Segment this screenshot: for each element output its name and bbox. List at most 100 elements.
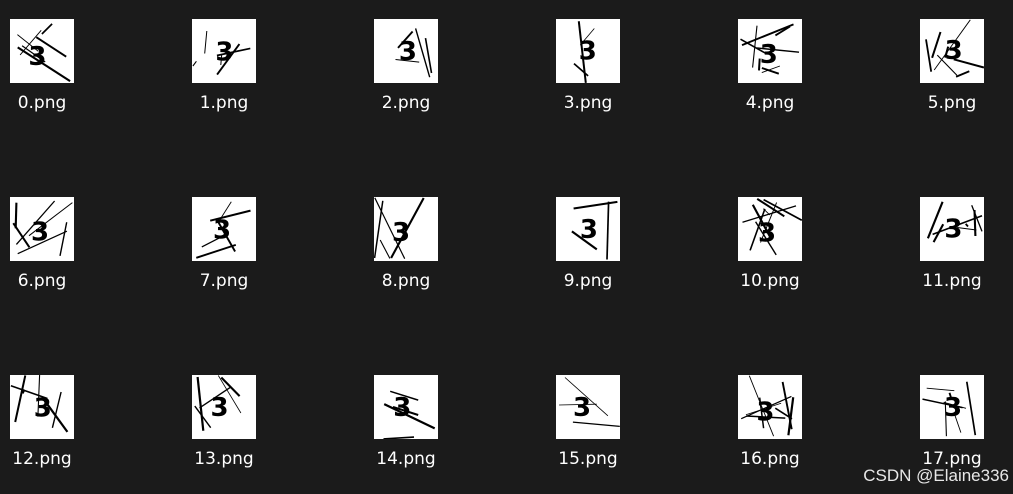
file-item[interactable]: 3 16.png: [720, 375, 820, 475]
file-item[interactable]: 3 9.png: [538, 197, 638, 297]
captcha-image-thumbnail: 3: [738, 375, 802, 439]
file-name-label: 1.png: [199, 93, 249, 113]
file-name-label: 0.png: [17, 93, 67, 113]
file-item[interactable]: 3 10.png: [720, 197, 820, 297]
noise-line: [383, 436, 415, 439]
file-name-label: 14.png: [376, 449, 436, 469]
noise-line: [204, 30, 208, 54]
captcha-digit: 3: [34, 394, 52, 424]
file-name-label: 8.png: [381, 271, 431, 291]
captcha-image-thumbnail: 3: [920, 197, 984, 261]
noise-line: [955, 70, 970, 78]
file-item[interactable]: 3 6.png: [0, 197, 92, 297]
captcha-digit: 3: [579, 37, 597, 67]
file-name-label: 4.png: [745, 93, 795, 113]
captcha-noise-lines-icon: 3: [17, 23, 71, 82]
captcha-digit: 3: [31, 218, 49, 248]
noise-line: [41, 23, 53, 35]
captcha-noise-lines-icon: 3: [374, 197, 425, 259]
captcha-noise-lines-icon: 3: [559, 377, 620, 427]
noise-line: [965, 381, 977, 436]
captcha-image-thumbnail: 3: [556, 375, 620, 439]
file-item[interactable]: 3 1.png: [174, 19, 274, 119]
captcha-digit: 3: [760, 40, 778, 70]
file-item[interactable]: 3 11.png: [902, 197, 1002, 297]
captcha-noise-lines-icon: 3: [742, 198, 802, 256]
noise-line: [59, 222, 68, 257]
file-item[interactable]: 3 13.png: [174, 375, 274, 475]
captcha-digit: 3: [393, 393, 411, 423]
captcha-image-thumbnail: 3: [192, 197, 256, 261]
noise-line: [573, 200, 618, 210]
file-item[interactable]: 3 15.png: [538, 375, 638, 475]
file-item[interactable]: 3 7.png: [174, 197, 274, 297]
file-item[interactable]: 3 3.png: [538, 19, 638, 119]
captcha-noise-lines-icon: 3: [740, 23, 800, 75]
captcha-digit: 3: [573, 393, 591, 423]
noise-line: [931, 31, 942, 59]
file-item[interactable]: 3 14.png: [356, 375, 456, 475]
noise-line: [965, 223, 969, 228]
captcha-digit: 3: [215, 38, 233, 68]
captcha-image-thumbnail: 3: [920, 19, 984, 83]
captcha-digit: 3: [399, 37, 417, 67]
noise-line: [192, 60, 197, 67]
noise-line: [14, 202, 18, 229]
captcha-noise-lines-icon: 3: [922, 381, 977, 437]
file-item[interactable]: 3 0.png: [0, 19, 92, 119]
noise-line: [926, 387, 955, 392]
file-item[interactable]: 3 8.png: [356, 197, 456, 297]
file-item[interactable]: 3 4.png: [720, 19, 820, 119]
captcha-digit: 3: [756, 397, 774, 427]
file-name-label: 16.png: [740, 449, 800, 469]
captcha-image-thumbnail: 3: [10, 19, 74, 83]
captcha-noise-lines-icon: 3: [10, 375, 69, 433]
file-name-label: 3.png: [563, 93, 613, 113]
file-name-label: 6.png: [17, 271, 67, 291]
noise-line: [14, 375, 27, 423]
captcha-image-thumbnail: 3: [192, 375, 256, 439]
captcha-noise-lines-icon: 3: [571, 200, 618, 260]
noise-line: [374, 200, 384, 259]
captcha-noise-lines-icon: 3: [383, 390, 436, 439]
file-name-label: 5.png: [927, 93, 977, 113]
captcha-noise-lines-icon: 3: [12, 200, 73, 257]
noise-line: [606, 201, 610, 260]
captcha-image-thumbnail: 3: [192, 19, 256, 83]
file-name-label: 11.png: [922, 271, 982, 291]
file-name-label: 15.png: [558, 449, 618, 469]
file-item[interactable]: 3 5.png: [902, 19, 1002, 119]
file-item[interactable]: 3 2.png: [356, 19, 456, 119]
captcha-digit: 3: [758, 219, 776, 249]
captcha-image-thumbnail: 3: [738, 197, 802, 261]
captcha-noise-lines-icon: 3: [573, 21, 597, 83]
captcha-image-thumbnail: 3: [10, 197, 74, 261]
file-name-label: 10.png: [740, 271, 800, 291]
captcha-image-thumbnail: 3: [374, 197, 438, 261]
file-item[interactable]: 3 12.png: [0, 375, 92, 475]
captcha-noise-lines-icon: 3: [196, 201, 251, 259]
file-name-label: 9.png: [563, 271, 613, 291]
file-name-label: 13.png: [194, 449, 254, 469]
captcha-image-thumbnail: 3: [920, 375, 984, 439]
noise-line: [196, 376, 205, 431]
captcha-noise-lines-icon: 3: [740, 375, 795, 437]
captcha-digit: 3: [213, 215, 231, 245]
captcha-image-thumbnail: 3: [556, 197, 620, 261]
file-name-label: 12.png: [12, 449, 72, 469]
captcha-noise-lines-icon: 3: [192, 30, 251, 76]
captcha-digit: 3: [945, 36, 963, 66]
noise-line: [763, 198, 802, 221]
captcha-image-thumbnail: 3: [556, 19, 620, 83]
captcha-image-thumbnail: 3: [374, 19, 438, 83]
noise-line: [379, 239, 391, 259]
captcha-digit: 3: [580, 215, 598, 245]
file-item[interactable]: 3 17.png: [902, 375, 1002, 475]
captcha-image-thumbnail: 3: [738, 19, 802, 83]
captcha-noise-lines-icon: 3: [926, 201, 983, 245]
noise-line: [925, 39, 933, 72]
file-name-label: 7.png: [199, 271, 249, 291]
captcha-noise-lines-icon: 3: [194, 375, 242, 431]
captcha-digit: 3: [211, 393, 229, 423]
captcha-image-thumbnail: 3: [374, 375, 438, 439]
